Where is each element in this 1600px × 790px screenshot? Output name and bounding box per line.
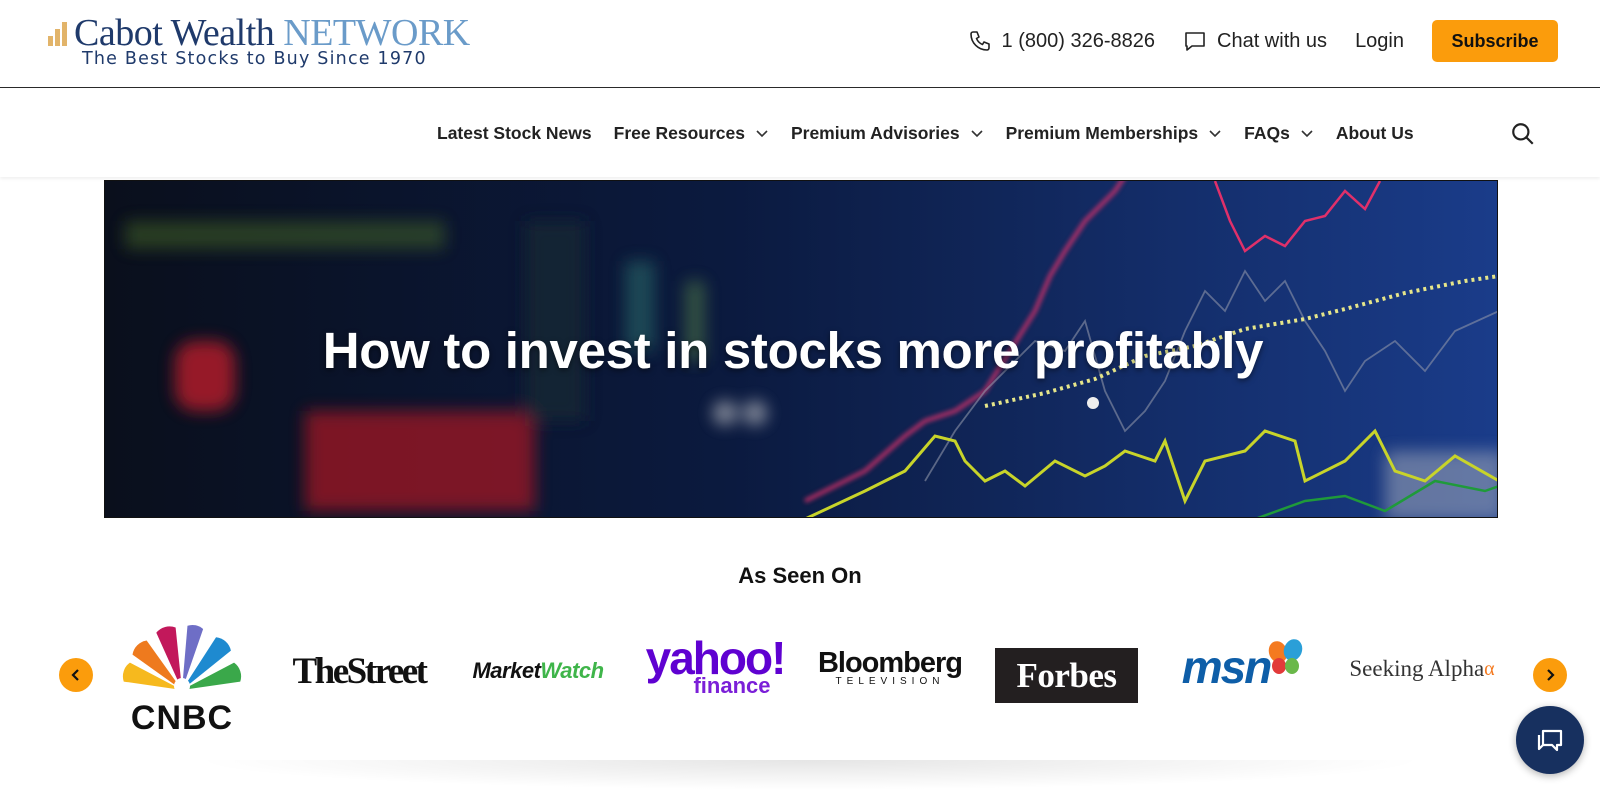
- main-nav: Latest Stock News Free Resources Premium A…: [0, 89, 1600, 177]
- forbes-logo: Forbes: [995, 648, 1138, 703]
- carousel-next-button[interactable]: [1533, 658, 1567, 692]
- hero-banner: How to invest in stocks more profitably: [104, 180, 1498, 518]
- seeking-alpha-wordmark: Seeking Alpha: [1349, 656, 1485, 681]
- logo-name: Cabot Wealth: [74, 12, 275, 54]
- chat-widget-button[interactable]: [1516, 706, 1584, 774]
- chat-bubbles-icon: [1537, 729, 1563, 752]
- finance-wordmark: finance: [693, 673, 771, 698]
- cnbc-wordmark: CNBC: [131, 699, 233, 734]
- phone-number: 1 (800) 326-8826: [1001, 29, 1155, 52]
- chat-label: Chat with us: [1217, 29, 1328, 52]
- chevron-left-icon: [71, 669, 79, 681]
- press-logo-carousel: CNBC TheStreet Market Watch yahoo! financ…: [0, 616, 1600, 736]
- hero-title: How to invest in stocks more profitably: [322, 321, 1264, 379]
- chat-icon: [1185, 32, 1205, 51]
- site-logo[interactable]: Cabot Wealth NETWORK The Best Stocks to …: [48, 12, 498, 74]
- chevron-right-icon: [1547, 669, 1555, 681]
- nav-item-free-resources[interactable]: Free Resources: [614, 123, 769, 144]
- logo-bars-icon: [48, 20, 74, 46]
- phone-link[interactable]: 1 (800) 326-8826: [968, 29, 1155, 53]
- nav-item-label: Free Resources: [613, 122, 745, 143]
- top-bar: Cabot Wealth NETWORK The Best Stocks to …: [0, 0, 1600, 88]
- nav-item-about-us[interactable]: About Us: [1336, 123, 1414, 144]
- nav-item-label: About Us: [1335, 122, 1414, 143]
- cnbc-logo: CNBC: [108, 616, 256, 734]
- marketwatch-part-2: Watch: [540, 658, 604, 683]
- television-wordmark: TELEVISION: [835, 676, 945, 687]
- nav-item-premium-advisories[interactable]: Premium Advisories: [791, 123, 984, 144]
- chevron-down-icon: [1209, 130, 1221, 138]
- bloomberg-wordmark: Bloomberg: [817, 647, 963, 679]
- chevron-down-icon: [1301, 130, 1313, 138]
- nav-items: Latest Stock News Free Resources Premium A…: [437, 89, 1436, 177]
- nav-item-faqs[interactable]: FAQs: [1244, 123, 1314, 144]
- logo-tagline: The Best Stocks to Buy Since 1970: [82, 49, 427, 69]
- chat-link[interactable]: Chat with us: [1183, 29, 1327, 53]
- nav-item-label: FAQs: [1244, 122, 1290, 143]
- yahoo-finance-logo: yahoo! finance: [640, 626, 790, 706]
- marketwatch-logo: Market Watch: [463, 646, 613, 696]
- chevron-down-icon: [756, 130, 768, 138]
- logo-network: NETWORK: [283, 12, 470, 54]
- msn-butterfly-icon: [1269, 639, 1303, 674]
- login-link[interactable]: Login: [1355, 30, 1404, 53]
- alpha-symbol: α: [1484, 657, 1495, 680]
- carousel-prev-button[interactable]: [59, 658, 93, 692]
- subscribe-button[interactable]: Subscribe: [1432, 20, 1558, 62]
- thestreet-logo: TheStreet: [292, 650, 429, 692]
- nav-item-label: Latest Stock News: [437, 122, 592, 143]
- nav-item-premium-memberships[interactable]: Premium Memberships: [1006, 123, 1223, 144]
- logo-wordmark: Cabot Wealth NETWORK: [74, 12, 470, 54]
- msn-wordmark: msn: [1181, 641, 1273, 693]
- seeking-alpha-logo: Seeking Alpha α: [1344, 644, 1500, 694]
- msn-logo: msn: [1170, 632, 1318, 702]
- cnbc-peacock-icon: CNBC: [108, 624, 256, 734]
- as-seen-on-title: As Seen On: [738, 563, 862, 588]
- search-button[interactable]: [1510, 121, 1536, 152]
- marketwatch-part-1: Market: [472, 658, 541, 683]
- phone-icon: [969, 31, 990, 51]
- bloomberg-tv-logo: Bloomberg TELEVISION: [817, 636, 963, 700]
- nav-item-label: Premium Memberships: [1005, 122, 1199, 143]
- header-actions: 1 (800) 326-8826 Chat with us Login Subs…: [968, 20, 1558, 62]
- search-icon: [1512, 123, 1534, 145]
- nav-item-latest-stock-news[interactable]: Latest Stock News: [437, 123, 592, 144]
- section-shadow: [190, 760, 1430, 790]
- nav-item-label: Premium Advisories: [790, 122, 960, 143]
- hero-title-wrap: How to invest in stocks more profitably: [105, 181, 1497, 517]
- chevron-down-icon: [970, 130, 983, 138]
